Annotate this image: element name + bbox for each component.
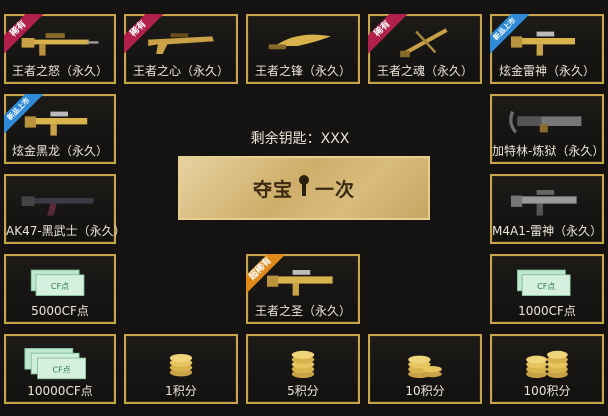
prize-xuanjin-leishen[interactable]: 新品上市 炫金雷神（永久） [490,14,604,84]
svg-text:CF点: CF点 [51,282,69,291]
prize-label: 王者之锋（永久） [254,64,351,78]
prize-m4a1[interactable]: M4A1-雷神（永久） [490,174,604,244]
prize-label: 10积分 [405,384,445,398]
prize-ak47[interactable]: AK47-黑武士（永久） [4,174,126,244]
m4a1-icon [492,182,602,222]
prize-wangzhe-hun[interactable]: 稀有 王者之魂（永久） [368,14,482,84]
prize-wangzhe-nu[interactable]: 稀有 王者之怒（永久） [4,14,116,84]
cf-notes-icon: CF点 [6,262,114,302]
coin-stack-icon [370,342,480,382]
prize-wangzhe-feng[interactable]: 王者之锋（永久） [246,14,360,84]
prize-points-5[interactable]: 5积分 [246,334,360,404]
prize-label: 10000CF点 [27,384,93,398]
prize-wangzhe-xin[interactable]: 稀有 王者之心（永久） [124,14,238,84]
draw-once-button[interactable]: 夺宝 一次 [178,156,430,220]
prize-label: 1000CF点 [518,304,576,318]
key-icon [296,174,312,202]
prize-label: 5000CF点 [31,304,89,318]
prize-points-100[interactable]: 100积分 [490,334,604,404]
prize-label: 王者之心（永久） [132,64,229,78]
prize-cf1000[interactable]: CF点 1000CF点 [490,254,604,324]
coin-stack-icon [248,342,358,382]
cf-notes-icon: CF点 [6,342,114,382]
prize-label: M4A1-雷神（永久） [492,224,603,238]
draw-button-text-right: 一次 [315,178,356,201]
knife-icon [248,22,358,62]
keys-remaining: 剩余钥匙：XXX [250,131,350,147]
prize-label: 炫金雷神（永久） [498,64,595,78]
svg-text:CF点: CF点 [537,282,555,291]
gatling-gun-icon [492,102,602,142]
prize-points-10[interactable]: 10积分 [368,334,482,404]
prize-label: 王者之怒（永久） [11,64,108,78]
prize-label: 1积分 [165,384,197,398]
prize-label: 王者之圣（永久） [254,304,351,318]
prize-label: 5积分 [287,384,319,398]
prize-label: 100积分 [523,384,571,398]
prize-label: AK47-黑武士（永久） [6,224,126,238]
assault-rifle-icon [492,22,602,62]
crossbow-icon [370,22,480,62]
prize-cf5000[interactable]: CF点 5000CF点 [4,254,116,324]
rifle-icon [126,22,236,62]
prize-wangzhe-sheng[interactable]: 超稀有 王者之圣（永久） [246,254,360,324]
prize-xuanjin-heilong[interactable]: 新品上市 炫金黑龙（永久） [4,94,116,164]
assault-rifle-icon [248,262,358,302]
prize-label: 王者之魂（永久） [376,64,473,78]
prize-label: 炫金黑龙（永久） [11,144,108,158]
prize-label: 加特林-炼狱（永久） [492,144,605,158]
coin-stack-icon [492,342,602,382]
cf-notes-icon: CF点 [492,262,602,302]
ak47-icon [6,182,114,222]
svg-text:CF点: CF点 [53,365,71,374]
draw-button-text-left: 夺宝 [252,178,293,201]
prize-gatling[interactable]: 加特林-炼狱（永久） [490,94,604,164]
prize-cf10000[interactable]: CF点 10000CF点 [4,334,116,404]
sniper-rifle-icon [6,22,114,62]
assault-rifle-icon [6,102,114,142]
coin-stack-icon [126,342,236,382]
prize-points-1[interactable]: 1积分 [124,334,238,404]
